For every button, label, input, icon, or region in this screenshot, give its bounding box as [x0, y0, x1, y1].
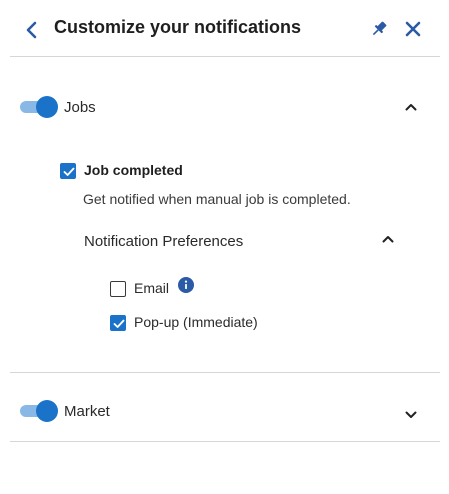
email-label: Email: [134, 280, 170, 296]
header-divider: [10, 56, 440, 57]
email-checkbox[interactable]: [110, 281, 126, 297]
bottom-divider: [10, 441, 440, 442]
job-completed-description: Get notified when manual job is complete…: [83, 191, 351, 207]
back-button[interactable]: [20, 18, 44, 42]
chevron-left-icon: [26, 21, 37, 39]
info-icon[interactable]: [178, 277, 194, 293]
chevron-up-icon: [405, 104, 417, 111]
toggle-thumb: [36, 96, 58, 118]
jobs-collapse-button[interactable]: [403, 99, 419, 115]
section-label-market: Market: [64, 403, 110, 420]
toggle-thumb: [36, 400, 58, 422]
notification-preferences-label: Notification Preferences: [84, 233, 244, 250]
job-completed-label: Job completed: [84, 162, 183, 178]
section-divider: [10, 372, 440, 373]
market-toggle[interactable]: [20, 400, 58, 422]
market-expand-button[interactable]: [403, 407, 419, 423]
chevron-down-icon: [405, 411, 417, 418]
jobs-toggle[interactable]: [20, 96, 58, 118]
page-title: Customize your notifications: [54, 17, 302, 37]
popup-checkbox[interactable]: [110, 315, 126, 331]
close-icon: [405, 21, 421, 37]
pin-button[interactable]: [369, 19, 389, 39]
job-completed-checkbox[interactable]: [60, 163, 76, 179]
preferences-collapse-button[interactable]: [380, 231, 396, 247]
checkmark-icon: [113, 319, 125, 328]
pin-icon: [373, 21, 387, 35]
checkmark-icon: [63, 167, 75, 176]
popup-label: Pop-up (Immediate): [134, 314, 258, 330]
chevron-up-icon: [382, 236, 394, 243]
close-button[interactable]: [402, 18, 424, 40]
section-label-jobs: Jobs: [64, 99, 96, 116]
